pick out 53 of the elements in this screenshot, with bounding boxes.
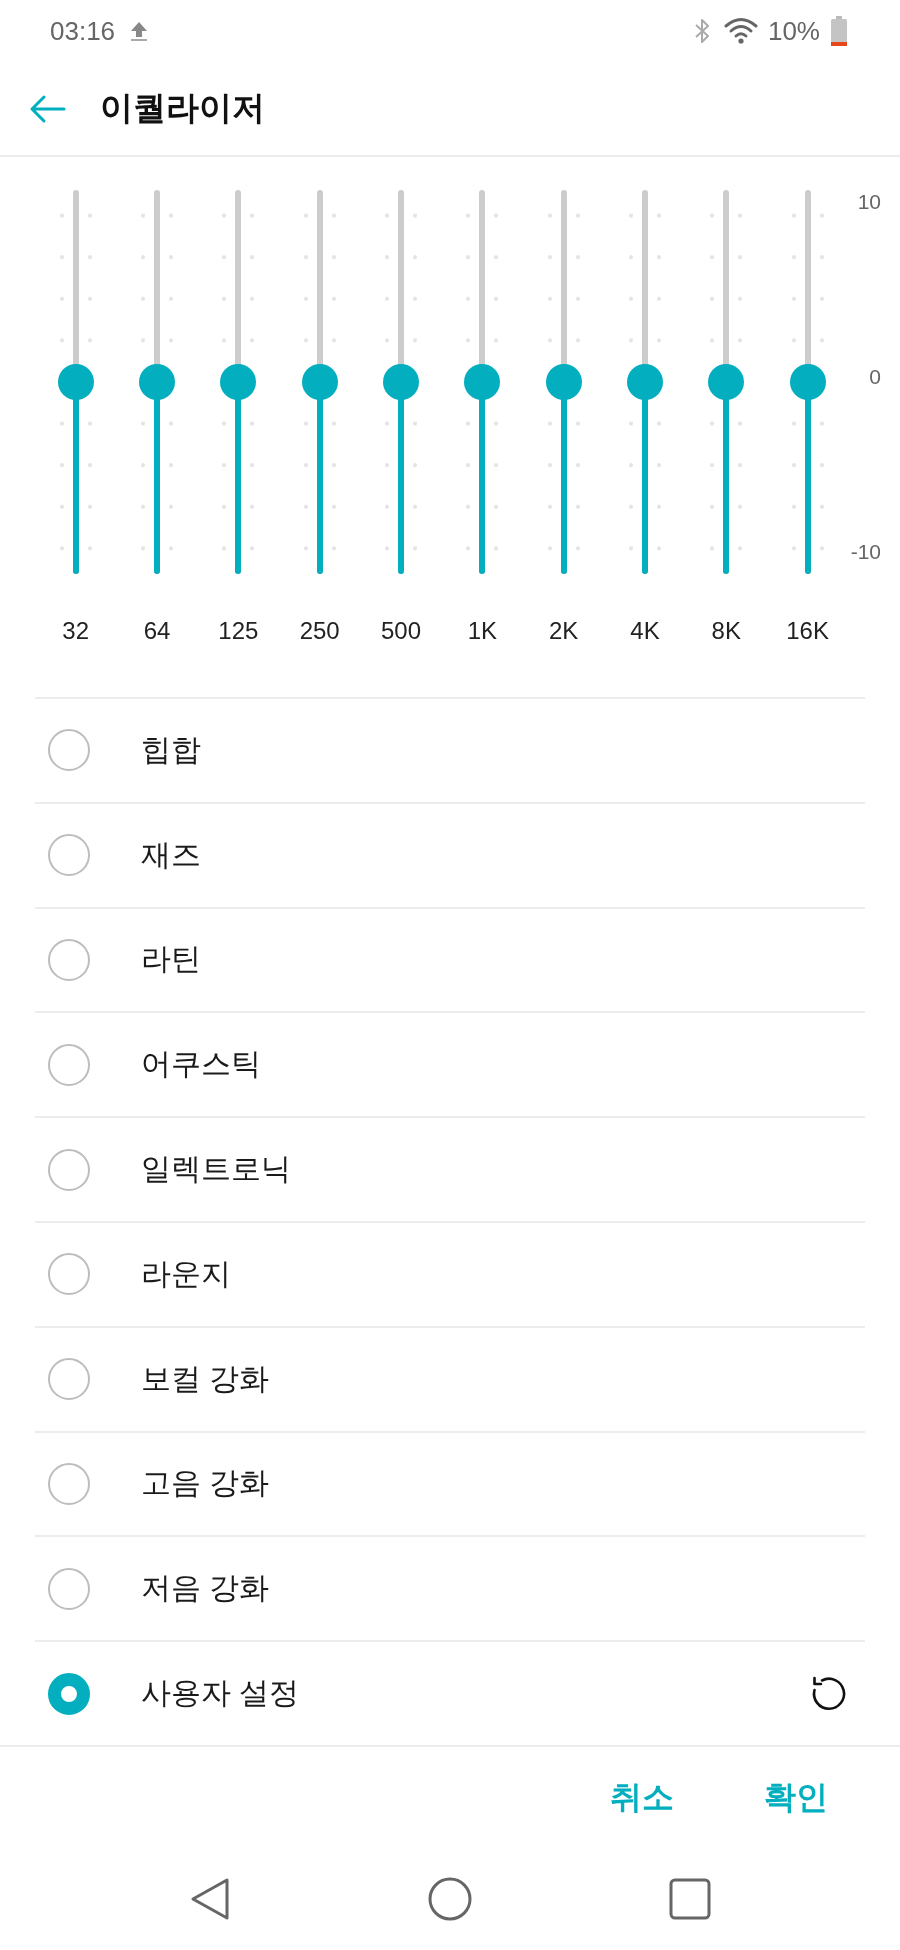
preset-label[interactable]: 라운지 [141,1253,231,1295]
scale-label: -10 [850,540,881,564]
preset-label[interactable]: 사용자 설정 [141,1673,300,1715]
bluetooth-icon [693,17,710,45]
band-label: 8K [711,618,741,644]
status-time: 03:16 [50,15,116,47]
back-arrow-icon[interactable] [28,93,66,124]
upload-icon [129,20,150,42]
preset-label[interactable]: 라틴 [141,939,201,981]
slider-thumb[interactable] [789,364,826,400]
nav-home-icon[interactable] [427,1876,473,1923]
battery-percent: 10% [767,15,820,47]
band-label: 64 [143,618,171,644]
band-label: 32 [62,618,89,644]
radio-button[interactable] [48,1462,90,1505]
radio-button[interactable] [48,939,90,981]
radio-button[interactable] [48,1253,90,1296]
radio-button[interactable] [48,1043,90,1086]
screen-title: 이퀄라이저 [100,88,265,128]
slider-thumb[interactable] [708,364,745,400]
band-label: 4K [630,618,660,644]
slider-thumb[interactable] [220,364,257,400]
slider-thumb[interactable] [545,364,582,400]
radio-button[interactable] [48,729,90,772]
band-label: 2K [548,618,579,644]
slider-thumb[interactable] [139,364,175,400]
slider-thumb[interactable] [382,364,419,400]
preset-label[interactable]: 어쿠스틱 [141,1044,261,1086]
nav-recents-icon[interactable] [667,1876,713,1923]
band-label: 250 [299,618,340,644]
preset-label[interactable]: 힙합 [141,729,201,771]
slider-thumb[interactable] [301,364,338,400]
battery-icon [830,16,848,46]
band-label: 16K [786,618,829,644]
slider-thumb[interactable] [57,364,94,400]
radio-button[interactable] [48,1358,90,1401]
band-label: 1K [467,618,497,644]
slider-thumb[interactable] [626,364,663,400]
wifi-icon [723,17,758,45]
slider-thumb[interactable] [464,364,501,400]
radio-button[interactable] [48,834,90,877]
scale-label: 0 [869,365,881,389]
radio-button[interactable] [48,1148,90,1191]
preset-label[interactable]: 재즈 [141,834,201,876]
radio-button[interactable] [48,1672,90,1715]
scale-label: 10 [857,190,881,214]
radio-button[interactable] [48,1567,90,1610]
band-label: 125 [218,618,259,644]
preset-label[interactable]: 고음 강화 [141,1463,270,1505]
preset-label[interactable]: 저음 강화 [141,1568,270,1610]
band-label: 500 [380,618,421,644]
preset-label[interactable]: 보컬 강화 [141,1358,270,1400]
preset-label[interactable]: 일렉트로닉 [141,1149,291,1191]
